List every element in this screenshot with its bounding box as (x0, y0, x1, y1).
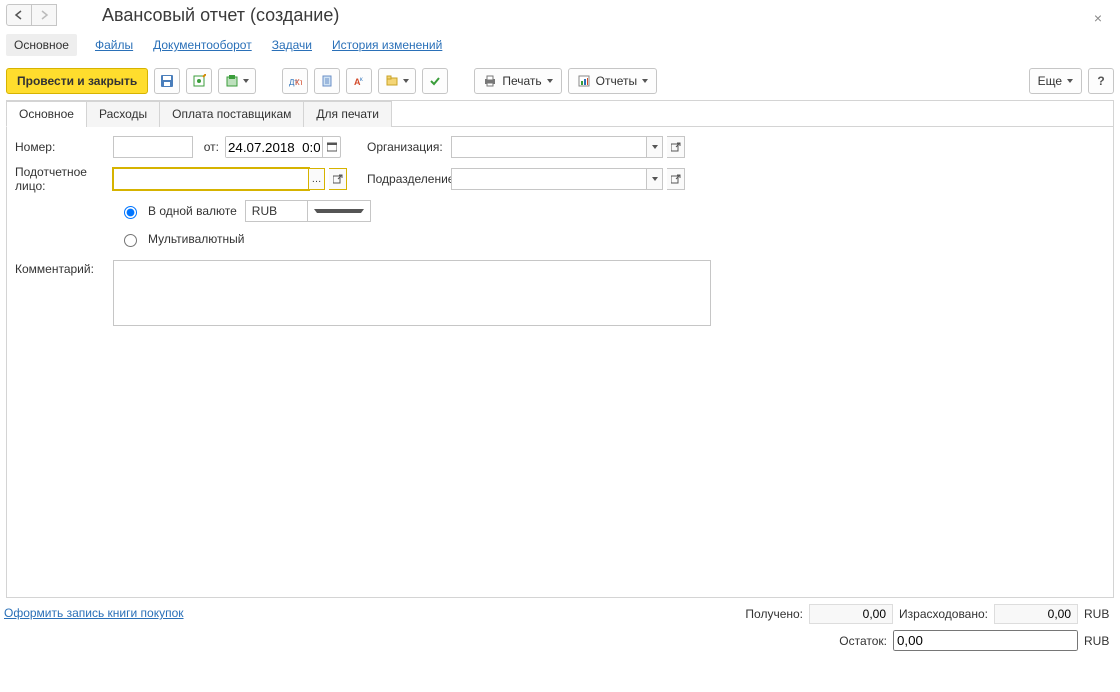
calendar-icon[interactable] (322, 137, 340, 157)
single-currency-radio[interactable] (124, 206, 137, 219)
currency-select[interactable]: RUB (245, 200, 371, 222)
person-label: Подотчетное лицо: (15, 165, 107, 193)
number-input[interactable] (113, 136, 193, 158)
currency-dropdown-icon[interactable] (307, 201, 370, 221)
org-label: Организация: (367, 140, 445, 154)
number-label: Номер: (15, 140, 107, 154)
org-input[interactable] (451, 136, 647, 158)
attachments-icon[interactable] (378, 68, 416, 94)
multi-currency-label: Мультивалютный (148, 232, 245, 246)
reports-button[interactable]: Отчеты (568, 68, 657, 94)
org-dropdown-icon[interactable] (647, 136, 663, 158)
tab-pay-suppliers[interactable]: Оплата поставщикам (159, 101, 304, 127)
person-select-icon[interactable]: … (309, 168, 325, 190)
page-title: Авансовый отчет (создание) (102, 5, 339, 26)
related-docs-icon[interactable]: Ак (346, 68, 372, 94)
comment-input[interactable] (113, 260, 711, 326)
svg-text:к: к (360, 77, 363, 83)
org-open-icon[interactable] (667, 136, 685, 158)
purchase-book-link[interactable]: Оформить запись книги покупок (4, 606, 184, 620)
print-label: Печать (502, 74, 541, 88)
structure-icon[interactable] (314, 68, 340, 94)
currency1: RUB (1084, 607, 1114, 621)
date-input[interactable] (226, 137, 322, 157)
navlink-tasks[interactable]: Задачи (270, 36, 314, 54)
person-open-icon[interactable] (329, 168, 347, 190)
report-icon (577, 74, 591, 88)
single-currency-label: В одной валюте (148, 204, 237, 218)
navlink-docflow[interactable]: Документооборот (151, 36, 254, 54)
svg-text:Кт: Кт (295, 78, 302, 87)
save-icon[interactable] (154, 68, 180, 94)
navlink-files[interactable]: Файлы (93, 36, 135, 54)
reports-label: Отчеты (596, 74, 637, 88)
received-value (809, 604, 893, 624)
currency-value: RUB (246, 204, 308, 218)
currency2: RUB (1084, 634, 1114, 648)
forward-button[interactable] (31, 4, 57, 26)
more-button[interactable]: Еще (1029, 68, 1082, 94)
more-label: Еще (1038, 74, 1062, 88)
help-button[interactable]: ? (1088, 68, 1114, 94)
person-input[interactable] (113, 168, 309, 190)
close-button[interactable]: × (1088, 8, 1108, 28)
navlink-main[interactable]: Основное (6, 34, 77, 56)
multi-currency-radio[interactable] (124, 234, 137, 247)
tab-main[interactable]: Основное (6, 101, 87, 127)
comment-label: Комментарий: (15, 260, 107, 276)
tab-expenses[interactable]: Расходы (86, 101, 160, 127)
from-label: от: (199, 140, 219, 154)
post-and-close-button[interactable]: Провести и закрыть (6, 68, 148, 94)
back-button[interactable] (6, 4, 32, 26)
dept-dropdown-icon[interactable] (647, 168, 663, 190)
printer-icon (483, 74, 497, 88)
navlink-history[interactable]: История изменений (330, 36, 444, 54)
dt-kt-icon[interactable]: ДтКт (282, 68, 308, 94)
spent-label: Израсходовано: (899, 607, 988, 621)
balance-label: Остаток: (839, 634, 887, 648)
post-icon[interactable] (186, 68, 212, 94)
create-based-on-icon[interactable] (218, 68, 256, 94)
dept-label: Подразделение: (367, 172, 445, 186)
dept-open-icon[interactable] (667, 168, 685, 190)
balance-value (893, 630, 1078, 651)
approve-icon[interactable] (422, 68, 448, 94)
dept-input[interactable] (451, 168, 647, 190)
print-button[interactable]: Печать (474, 68, 561, 94)
spent-value (994, 604, 1078, 624)
received-label: Получено: (745, 607, 803, 621)
tab-for-print[interactable]: Для печати (303, 101, 392, 127)
